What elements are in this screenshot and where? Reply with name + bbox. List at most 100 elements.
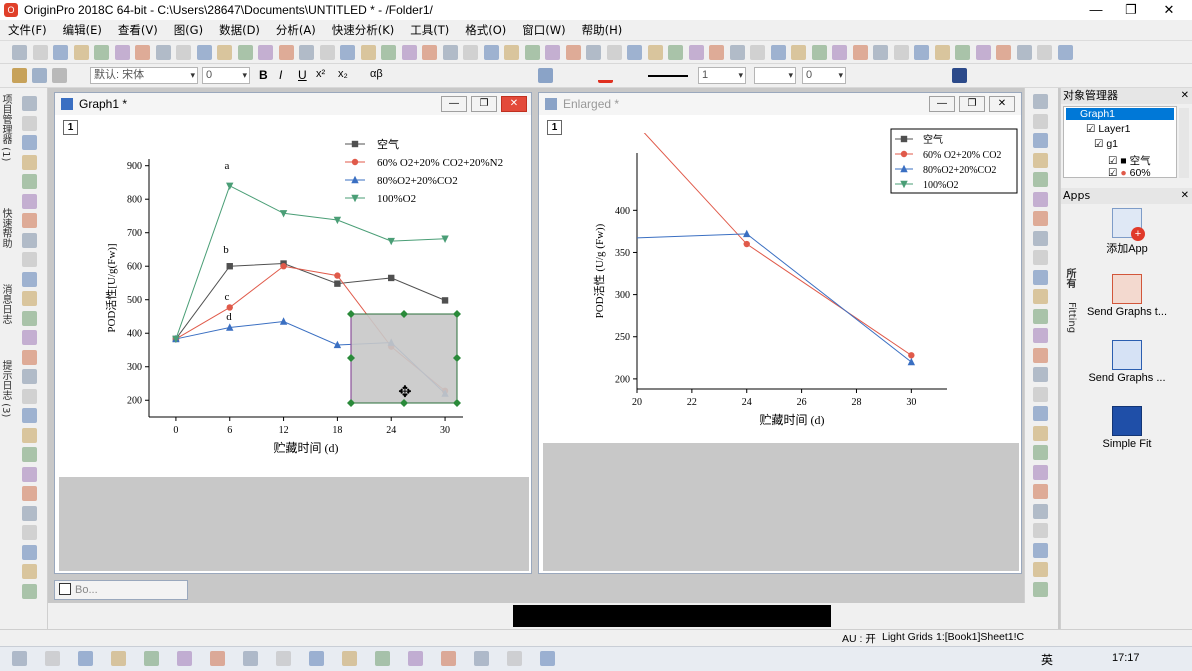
graph-tool-icon[interactable] [1033, 484, 1048, 499]
enlarged-close-button[interactable]: ✕ [989, 96, 1015, 112]
graph-tool-icon[interactable] [1033, 425, 1048, 441]
import-icon[interactable] [1057, 45, 1073, 60]
axis-icon[interactable] [1033, 523, 1048, 538]
arrow-icon[interactable] [22, 232, 37, 248]
open-icon[interactable] [196, 45, 212, 60]
graph-tool-icon[interactable] [1033, 133, 1048, 148]
open-icon[interactable] [360, 45, 376, 60]
table-icon[interactable] [955, 45, 970, 60]
tool-icon[interactable] [811, 45, 827, 60]
layer-icon[interactable] [1033, 503, 1048, 519]
layer-icon[interactable] [1033, 328, 1048, 343]
new-icon[interactable] [504, 45, 519, 60]
graph1-chart[interactable]: 0 6 12 18 24 30 200 300 400 500 600 700 800 900 贮藏时间 (… [59, 117, 529, 477]
ime-indicator[interactable]: 英 [1041, 651, 1053, 668]
line-style-icon[interactable] [648, 75, 688, 77]
enlarged-titlebar[interactable]: Enlarged * — ❐ ✕ [539, 93, 1021, 115]
graph1-window[interactable]: Graph1 * — ❐ ✕ 1 0 6 12 18 24 30 200 300 400 500 6… [54, 92, 532, 574]
windows-start-icon[interactable] [12, 651, 27, 666]
text-icon[interactable] [22, 213, 37, 228]
tree-graph1[interactable]: Graph1 [1066, 108, 1174, 120]
open-icon[interactable] [1016, 45, 1032, 60]
plot-icon[interactable] [94, 45, 109, 60]
new-icon[interactable] [996, 45, 1011, 60]
app-simple-fit[interactable]: Simple Fit [1079, 406, 1175, 450]
data-reader-icon[interactable] [22, 193, 37, 209]
close-icon[interactable]: ✕ [1181, 88, 1189, 104]
save-icon[interactable] [709, 45, 724, 60]
axis-icon[interactable] [1033, 347, 1048, 363]
layer-icon[interactable] [1033, 269, 1048, 285]
status-grid[interactable]: Light Grids [882, 631, 933, 643]
rect-icon[interactable] [22, 271, 37, 287]
plot-icon[interactable] [258, 45, 273, 60]
font-combo[interactable]: 默认: 宋体 [90, 67, 198, 84]
subscript-button[interactable]: x₂ [338, 68, 348, 80]
menu-analysis[interactable]: 分析(A) [268, 22, 324, 38]
tree-series-60[interactable]: ☑ ● 60% [1108, 167, 1151, 179]
table-icon[interactable] [463, 45, 478, 60]
graph-tool-icon[interactable] [1033, 250, 1048, 265]
apps-tab-fitting[interactable]: Fitting [1065, 302, 1077, 333]
menu-format[interactable]: 格式(O) [457, 22, 514, 38]
scale-icon[interactable] [22, 174, 37, 189]
chrome-icon[interactable] [441, 651, 456, 666]
table-icon[interactable] [135, 45, 150, 60]
tool-icon[interactable] [319, 45, 335, 60]
minimize-button[interactable]: — [1077, 0, 1115, 20]
zoom-icon[interactable] [442, 45, 458, 60]
save-icon[interactable] [545, 45, 560, 60]
underline-button[interactable]: U [298, 68, 307, 82]
arrow-icon[interactable] [22, 447, 37, 462]
pointer-icon[interactable] [22, 525, 37, 540]
menu-window[interactable]: 窗口(W) [514, 22, 573, 38]
save-icon[interactable] [53, 45, 68, 60]
edge-icon[interactable] [408, 651, 423, 666]
hand-icon[interactable] [22, 505, 37, 521]
layer-icon[interactable] [1033, 94, 1048, 109]
layer-icon[interactable] [1033, 152, 1048, 168]
pattern-combo[interactable] [754, 67, 796, 84]
data-reader-icon[interactable] [22, 408, 37, 423]
import-icon[interactable] [401, 45, 417, 60]
vtab-quick-help[interactable]: 快速帮助 [0, 208, 13, 248]
axis-icon[interactable] [1033, 581, 1048, 597]
tool-icon[interactable] [647, 45, 663, 60]
photoshop-icon[interactable] [474, 651, 489, 666]
app-send-graphs-ppt[interactable]: Send Graphs t... [1079, 274, 1175, 318]
menu-data[interactable]: 数据(D) [211, 22, 268, 38]
menu-view[interactable]: 查看(V) [110, 22, 166, 38]
axis-icon[interactable] [1033, 406, 1048, 421]
fill-color-icon[interactable] [538, 68, 553, 83]
plot-icon[interactable] [914, 45, 929, 60]
line-icon[interactable] [22, 466, 37, 482]
new-icon[interactable] [832, 45, 847, 60]
windows-start-icon[interactable] [540, 651, 555, 666]
vtab-project-explorer[interactable]: 项目管理器 (1) [0, 94, 13, 161]
graph1-minimize-button[interactable]: — [441, 96, 467, 112]
table-icon[interactable] [627, 45, 642, 60]
enlarged-restore-button[interactable]: ❐ [959, 96, 985, 112]
line-width-combo[interactable]: 1 [698, 67, 746, 84]
tree-layer1[interactable]: ☑ Layer1 [1086, 123, 1130, 135]
edge-icon[interactable] [144, 651, 159, 666]
vtab-hint-log[interactable]: 提示日志 (3) [0, 360, 13, 417]
save-icon[interactable] [873, 45, 888, 60]
graph-tool-icon[interactable] [1033, 308, 1048, 324]
clock[interactable]: 17:17 [1112, 652, 1140, 664]
superscript-button[interactable]: x² [316, 68, 325, 80]
import-icon[interactable] [73, 45, 89, 60]
search-icon[interactable] [45, 651, 60, 666]
plot-icon[interactable] [750, 45, 765, 60]
plot-icon[interactable] [422, 45, 437, 60]
new-icon[interactable] [340, 45, 355, 60]
crosshair-icon[interactable] [22, 154, 37, 170]
bold-button[interactable]: B [259, 68, 268, 82]
layer-icon[interactable] [1033, 445, 1048, 460]
open-icon[interactable] [524, 45, 540, 60]
zoom-out-icon[interactable] [22, 135, 37, 150]
zoom-icon[interactable] [606, 45, 622, 60]
enlarged-minimize-button[interactable]: — [929, 96, 955, 112]
tool-icon[interactable] [483, 45, 499, 60]
layer-icon[interactable] [1033, 386, 1048, 402]
